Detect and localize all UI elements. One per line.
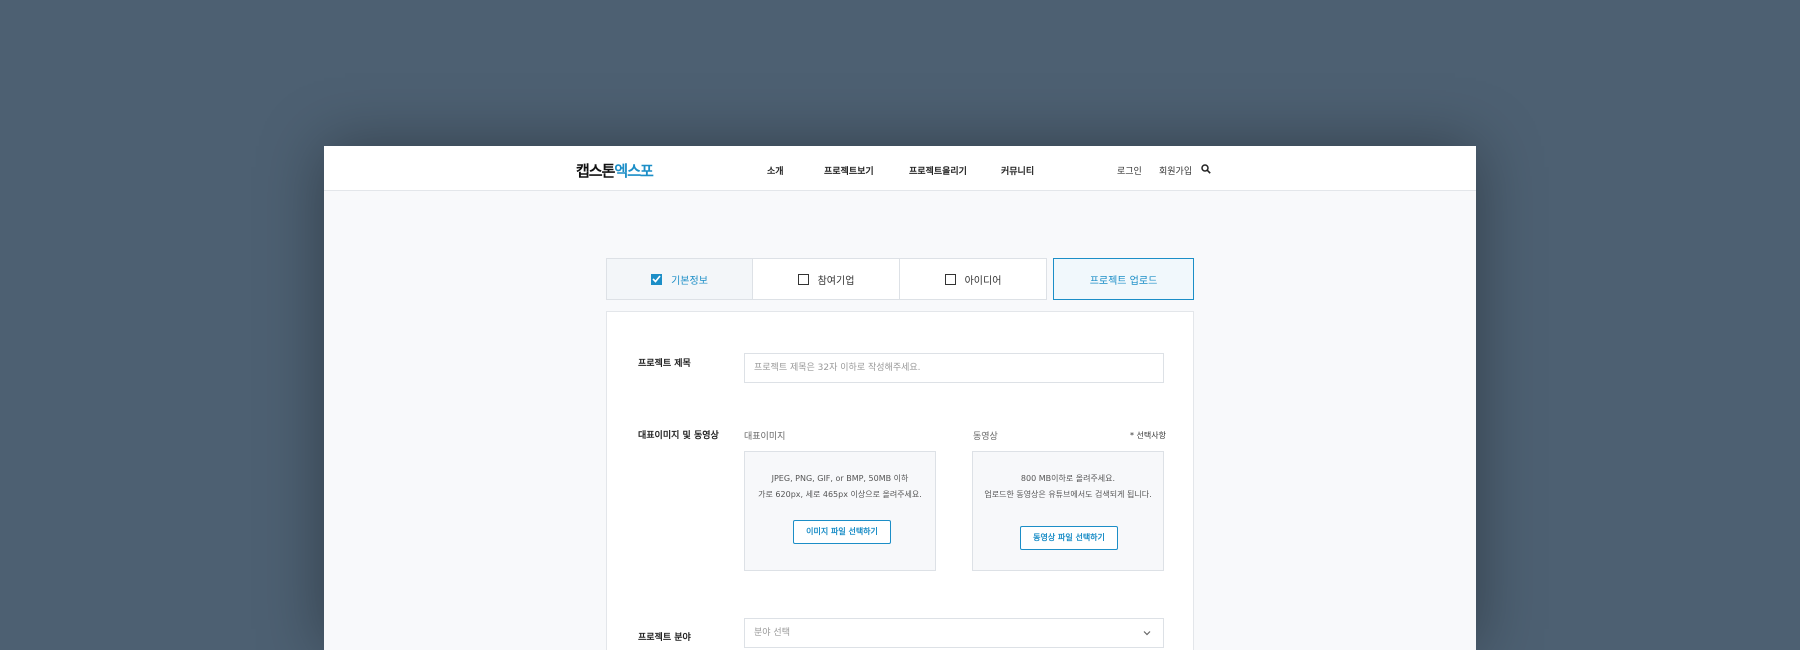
nav-item-view-projects[interactable]: 프로젝트보기 <box>824 164 874 177</box>
image-upload-box: JPEG, PNG, GIF, or BMP, 50MB 이하 가로 620px… <box>744 451 936 571</box>
nav-item-about[interactable]: 소개 <box>767 164 784 177</box>
media-label: 대표이미지 및 동영상 <box>638 431 719 441</box>
nav-item-community[interactable]: 커뮤니티 <box>1001 164 1034 177</box>
site-logo[interactable]: 캡스톤엑스포 <box>576 160 654 181</box>
tab-basic-info[interactable]: 기본정보 <box>606 258 753 300</box>
browser-window: 캡스톤엑스포 소개 프로젝트보기 프로젝트올리기 커뮤니티 로그인 회원가입 기… <box>324 146 1476 650</box>
logo-text-main: 캡스톤 <box>576 162 615 180</box>
checkbox-checked-icon <box>651 273 663 285</box>
image-label: 대표이미지 <box>744 432 786 442</box>
upload-project-label: 프로젝트 업로드 <box>1089 275 1158 287</box>
tab-label: 아이디어 <box>964 275 1002 287</box>
login-link[interactable]: 로그인 <box>1117 164 1142 177</box>
select-image-button[interactable]: 이미지 파일 선택하기 <box>793 520 891 544</box>
video-label: 동영상 <box>973 432 998 442</box>
project-title-placeholder: 프로젝트 제목은 32자 이하로 작성해주세요. <box>754 363 921 373</box>
project-form: 프로젝트 제목 프로젝트 제목은 32자 이하로 작성해주세요. 대표이미지 및… <box>606 311 1194 650</box>
upload-project-button[interactable]: 프로젝트 업로드 <box>1053 258 1194 300</box>
video-upload-box: 800 MB이하로 올려주세요. 업로드한 동영상은 유튜브에서도 검색되게 됩… <box>972 451 1164 571</box>
video-upload-hint-1: 800 MB이하로 올려주세요. <box>1020 474 1116 483</box>
select-video-button[interactable]: 동영상 파일 선택하기 <box>1020 526 1118 550</box>
video-upload-hint-2: 업로드한 동영상은 유튜브에서도 검색되게 됩니다. <box>984 490 1152 499</box>
chevron-down-icon <box>1143 631 1151 636</box>
optional-note: * 선택사항 <box>1130 431 1166 440</box>
tab-label: 참여기업 <box>817 275 855 287</box>
checkbox-icon <box>944 273 956 285</box>
tab-label: 기본정보 <box>671 275 708 287</box>
project-title-label: 프로젝트 제목 <box>638 359 691 369</box>
search-icon[interactable] <box>1201 164 1211 174</box>
site-header: 캡스톤엑스포 소개 프로젝트보기 프로젝트올리기 커뮤니티 로그인 회원가입 <box>324 146 1476 191</box>
tab-participating-company[interactable]: 참여기업 <box>752 258 900 300</box>
project-field-placeholder: 분야 선택 <box>754 628 790 638</box>
project-title-input[interactable]: 프로젝트 제목은 32자 이하로 작성해주세요. <box>744 353 1164 383</box>
project-field-label: 프로젝트 분야 <box>638 633 691 643</box>
signup-link[interactable]: 회원가입 <box>1159 164 1192 177</box>
project-field-select[interactable]: 분야 선택 <box>744 618 1164 648</box>
image-upload-hint-2: 가로 620px, 세로 465px 이상으로 올려주세요. <box>758 490 922 499</box>
image-upload-hint-1: JPEG, PNG, GIF, or BMP, 50MB 이하 <box>771 474 909 483</box>
tab-idea[interactable]: 아이디어 <box>899 258 1047 300</box>
nav-item-upload-project[interactable]: 프로젝트올리기 <box>909 164 967 177</box>
logo-text-accent: 엑스포 <box>614 162 653 180</box>
checkbox-icon <box>797 273 809 285</box>
